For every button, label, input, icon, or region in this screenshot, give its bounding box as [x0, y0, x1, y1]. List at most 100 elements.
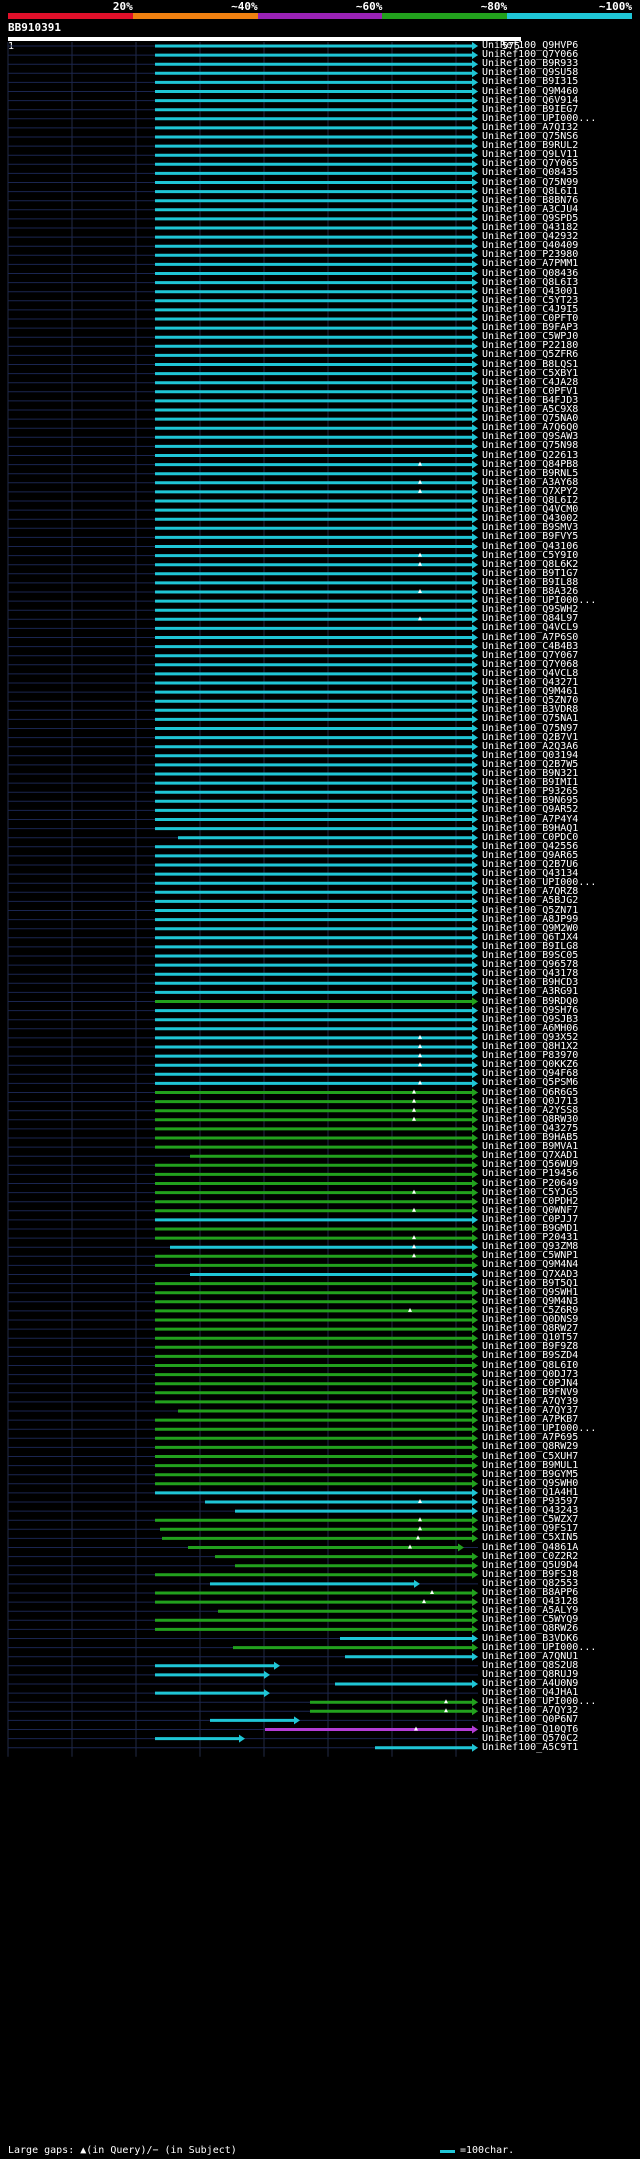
hit-arrowhead [472, 242, 478, 251]
hit-arrowhead [472, 1607, 478, 1616]
hit-arrowhead [472, 1443, 478, 1452]
hit-arrowhead [472, 842, 478, 851]
hit-arrowhead [472, 1352, 478, 1361]
hit-arrowhead [472, 669, 478, 678]
hit-arrowhead [472, 1197, 478, 1206]
hit-arrowhead [472, 1552, 478, 1561]
legend-segment [8, 13, 133, 19]
hit-arrowhead [472, 1170, 478, 1179]
query-sequence-line [8, 37, 521, 41]
hit-arrowhead [472, 1288, 478, 1297]
hit-arrowhead [472, 1361, 478, 1370]
hit-arrowhead [472, 588, 478, 596]
hit-arrowhead [472, 997, 478, 1006]
legend-label: 20% [112, 0, 133, 13]
hit-arrowhead [274, 1661, 280, 1670]
query-gap-marker [412, 1098, 416, 1103]
hit-arrowhead [472, 1306, 478, 1315]
hit-arrowhead [472, 169, 478, 178]
hit-arrowhead [472, 688, 478, 697]
hit-arrowhead [472, 396, 478, 405]
hit-arrowhead [472, 1634, 478, 1643]
hit-arrowhead [472, 424, 478, 433]
legend-segment [507, 13, 632, 19]
legend-segment [382, 13, 508, 19]
hit-arrowhead [472, 1488, 478, 1497]
hit-arrowhead [472, 324, 478, 333]
hit-arrowhead [472, 1343, 478, 1352]
hit-arrowhead [472, 933, 478, 942]
hit-arrowhead [472, 96, 478, 105]
hit-arrowhead [472, 697, 478, 706]
query-gap-marker [430, 1590, 434, 1594]
hit-arrowhead [472, 861, 478, 869]
legend-label: ~80% [480, 0, 508, 13]
hit-arrowhead [472, 1498, 478, 1506]
hit-arrowhead [472, 1261, 478, 1270]
hit-arrowhead [472, 1316, 478, 1324]
hit-arrowhead [472, 1598, 478, 1607]
hit-arrowhead [472, 269, 478, 278]
hit-arrowhead [472, 1416, 478, 1425]
hit-arrowhead [472, 1525, 478, 1534]
query-gap-marker [412, 1207, 416, 1212]
hit-arrowhead [472, 779, 478, 788]
hit-arrowhead [472, 187, 478, 196]
hit-arrowhead [472, 679, 478, 687]
legend-label: ~40% [231, 0, 258, 13]
hit-arrowhead [472, 478, 478, 487]
query-gap-marker [418, 616, 422, 621]
hit-arrowhead [472, 942, 478, 951]
hit-arrowhead [472, 1452, 478, 1461]
hit-arrowhead [472, 260, 478, 269]
hit-arrowhead [472, 351, 478, 360]
hit-arrowhead [472, 1106, 478, 1115]
hit-arrowhead [472, 360, 478, 369]
hit-arrowhead [472, 315, 478, 323]
hit-arrowhead [472, 205, 478, 214]
hit-arrowhead [472, 1143, 478, 1152]
hit-arrowhead [264, 1670, 270, 1679]
hit-arrowhead [472, 915, 478, 924]
hit-arrowhead [472, 1325, 478, 1334]
hit-arrowhead [472, 1479, 478, 1488]
hit-arrowhead [472, 1589, 478, 1597]
hit-arrowhead [472, 1188, 478, 1197]
hit-arrowhead [472, 615, 478, 624]
hit-arrowhead [472, 51, 478, 60]
hit-arrowhead [472, 651, 478, 660]
hit-arrowhead [472, 114, 478, 123]
hit-arrowhead [472, 497, 478, 505]
hit-arrowhead [472, 369, 478, 378]
query-gap-marker [412, 1189, 416, 1194]
large-gaps-legend: Large gaps: ▲(in Query)/− (in Subject) [8, 2145, 237, 2156]
hit-label[interactable]: UniRef100_A5C9T1 [482, 1742, 578, 1753]
hit-arrowhead [472, 1279, 478, 1288]
hit-arrowhead [472, 833, 478, 842]
query-gap-marker [408, 1544, 412, 1549]
hit-arrowhead [472, 469, 478, 478]
hit-arrowhead [472, 606, 478, 615]
hit-arrowhead [472, 42, 478, 50]
query-gap-marker [412, 1107, 416, 1112]
hit-arrowhead [472, 542, 478, 551]
hit-arrowhead [472, 1115, 478, 1124]
hit-arrowhead [472, 724, 478, 733]
query-gap-marker [418, 1053, 422, 1058]
hit-arrowhead [472, 1388, 478, 1397]
query-gap-marker [422, 1599, 426, 1604]
legend-label: ~60% [355, 0, 383, 13]
hit-arrowhead [472, 1561, 478, 1570]
hit-arrowhead [472, 305, 478, 314]
hit-arrowhead [472, 1043, 478, 1051]
hit-arrowhead [472, 1725, 478, 1734]
query-gap-marker [412, 1235, 416, 1240]
hit-arrowhead [472, 406, 478, 414]
hit-arrowhead [472, 1006, 478, 1015]
hit-arrowhead [472, 961, 478, 970]
hit-arrowhead [472, 1252, 478, 1261]
query-gap-marker [418, 561, 422, 566]
hit-arrowhead [472, 633, 478, 642]
hit-arrowhead [472, 1225, 478, 1233]
hit-arrowhead [472, 660, 478, 669]
